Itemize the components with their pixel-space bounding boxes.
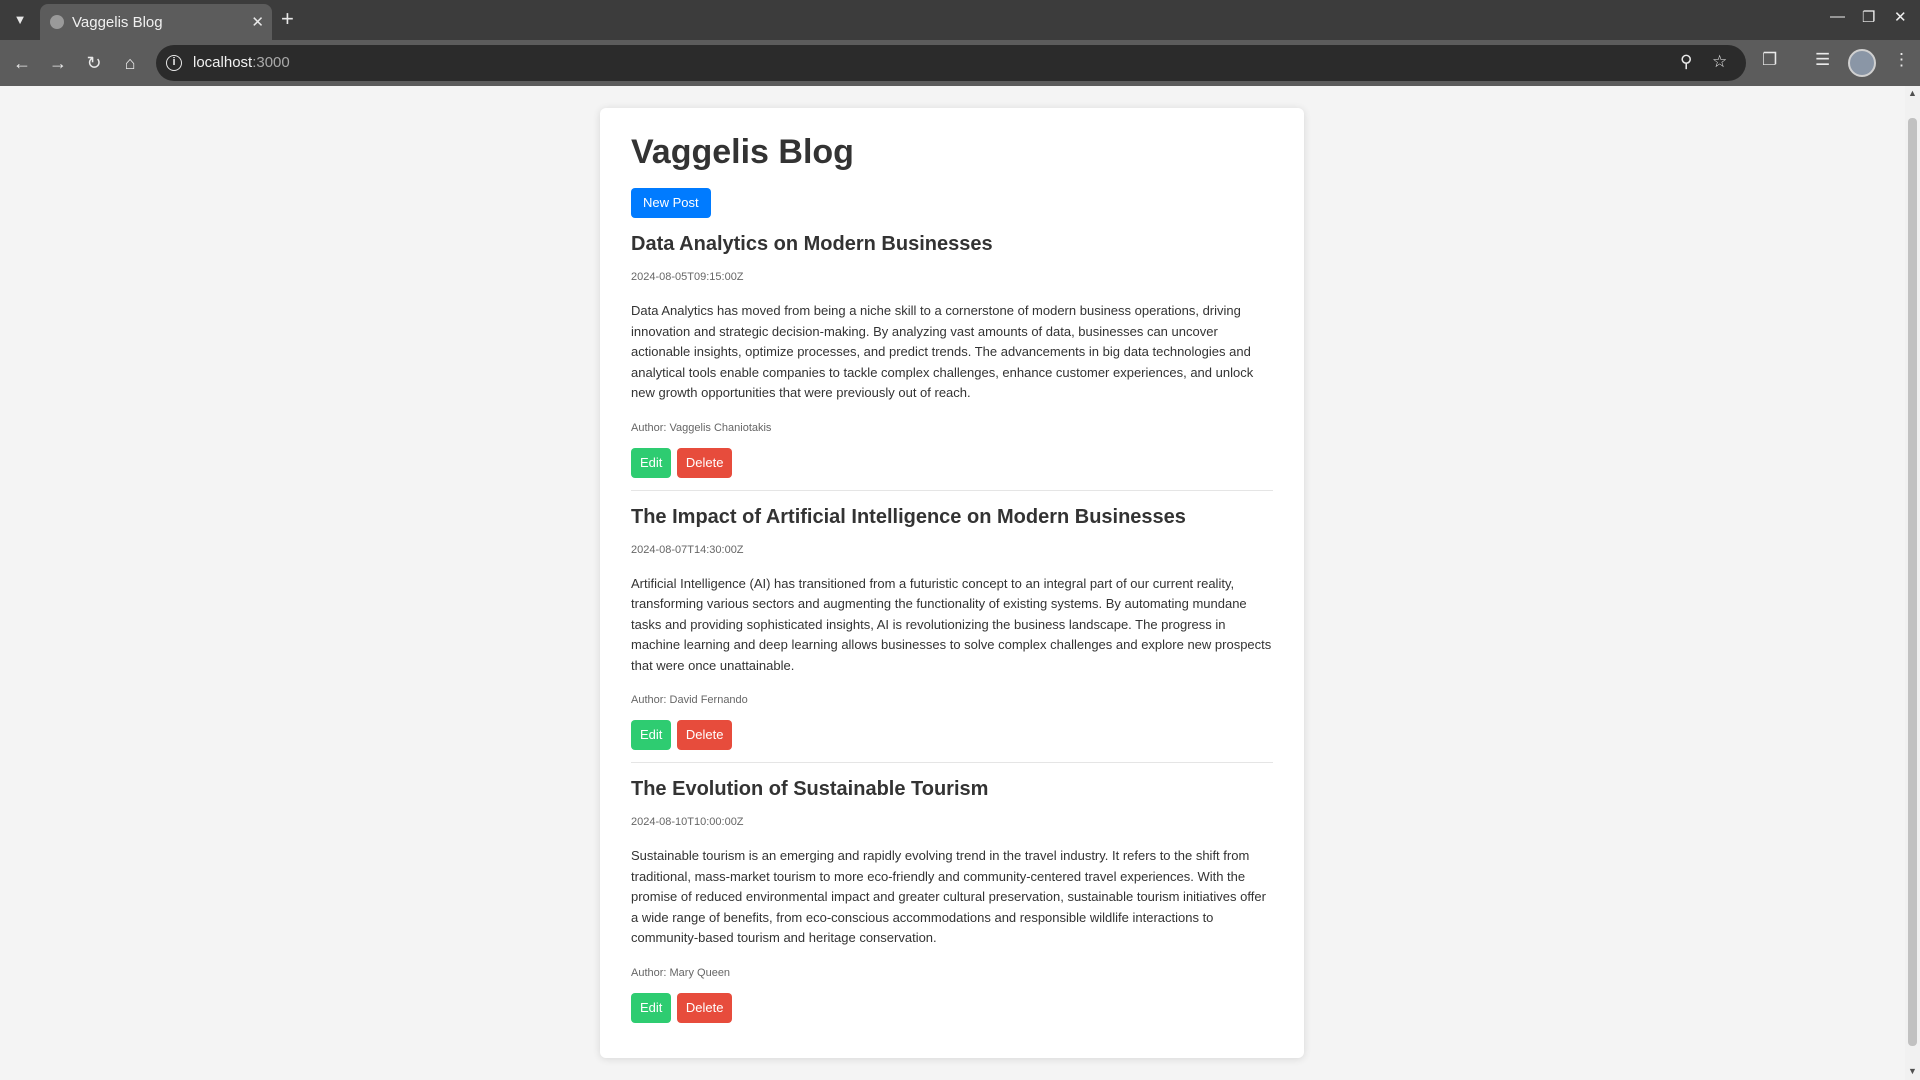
post-actions: Edit Delete bbox=[631, 447, 1273, 478]
post-item: The Evolution of Sustainable Tourism 202… bbox=[631, 776, 1273, 1035]
post-title: The Evolution of Sustainable Tourism bbox=[631, 778, 989, 800]
post-actions: Edit Delete bbox=[631, 992, 1273, 1023]
globe-icon bbox=[50, 15, 64, 29]
browser-toolbar: ← → ↻ ⌂ i localhost:3000 ⚲ ☆ ❐ ☰ ⋮ bbox=[0, 40, 1920, 86]
star-icon[interactable]: ☆ bbox=[1712, 52, 1727, 72]
restore-icon[interactable]: ❐ bbox=[1862, 8, 1875, 26]
tab-title: Vaggelis Blog bbox=[72, 14, 163, 31]
post-author: Author: Vaggelis Chaniotakis bbox=[631, 421, 772, 434]
info-icon[interactable]: i bbox=[166, 55, 182, 71]
delete-button[interactable]: Delete bbox=[676, 720, 733, 750]
url-host: localhost bbox=[193, 54, 253, 71]
post-title: The Impact of Artificial Intelligence on… bbox=[631, 505, 1186, 528]
blog-container: Vaggelis Blog New Post Data Analytics on… bbox=[600, 108, 1304, 1058]
post-content: Data Analytics has moved from being a ni… bbox=[631, 303, 1254, 400]
kebab-menu-icon[interactable]: ⋮ bbox=[1893, 50, 1910, 70]
url-port: :3000 bbox=[252, 54, 290, 71]
chevron-down-icon[interactable]: ▼ bbox=[8, 8, 32, 32]
edit-button[interactable]: Edit bbox=[631, 720, 672, 750]
delete-button[interactable]: Delete bbox=[676, 992, 733, 1023]
post-date: 2024-08-10T10:00:00Z bbox=[631, 816, 744, 828]
avatar[interactable] bbox=[1848, 49, 1876, 77]
post-content: Artificial Intelligence (AI) has transit… bbox=[631, 575, 1272, 673]
post-date: 2024-08-07T14:30:00Z bbox=[631, 543, 744, 556]
media-control-icon[interactable]: ☰ bbox=[1815, 50, 1830, 70]
edit-button[interactable]: Edit bbox=[631, 447, 672, 478]
scroll-up-icon[interactable]: ▲ bbox=[1908, 88, 1917, 98]
post-content: Sustainable tourism is an emerging and r… bbox=[631, 848, 1266, 945]
address-bar[interactable]: i localhost:3000 ⚲ ☆ bbox=[156, 45, 1746, 81]
post-title: Data Analytics on Modern Businesses bbox=[631, 233, 993, 255]
page-scrollbar[interactable]: ▲ ▼ bbox=[1905, 86, 1920, 1080]
post-author: Author: David Fernando bbox=[631, 694, 748, 706]
minimize-icon[interactable]: — bbox=[1830, 8, 1845, 25]
browser-tab[interactable]: Vaggelis Blog ✕ bbox=[40, 4, 272, 40]
close-icon[interactable]: ✕ bbox=[251, 13, 264, 31]
post-item: Data Analytics on Modern Businesses 2024… bbox=[631, 231, 1273, 491]
page-title: Vaggelis Blog bbox=[631, 133, 854, 171]
post-actions: Edit Delete bbox=[631, 720, 1273, 750]
new-post-button[interactable]: New Post bbox=[631, 188, 711, 218]
post-author: Author: Mary Queen bbox=[631, 966, 731, 979]
plus-icon[interactable]: + bbox=[281, 6, 294, 32]
post-date: 2024-08-05T09:15:00Z bbox=[631, 271, 744, 283]
scrollbar-thumb[interactable] bbox=[1908, 118, 1917, 1046]
post-item: The Impact of Artificial Intelligence on… bbox=[631, 504, 1273, 763]
zoom-icon[interactable]: ⚲ bbox=[1680, 52, 1692, 72]
reload-icon[interactable]: ↻ bbox=[80, 49, 108, 77]
back-arrow-icon[interactable]: ← bbox=[8, 49, 36, 77]
puzzle-icon[interactable]: ❐ bbox=[1762, 50, 1777, 70]
scroll-down-icon[interactable]: ▼ bbox=[1908, 1066, 1917, 1076]
url-text[interactable]: localhost:3000 bbox=[193, 54, 290, 71]
delete-button[interactable]: Delete bbox=[676, 447, 733, 478]
forward-arrow-icon[interactable]: → bbox=[44, 49, 72, 77]
window-close-icon[interactable]: ✕ bbox=[1894, 8, 1907, 26]
home-icon[interactable]: ⌂ bbox=[116, 49, 144, 77]
edit-button[interactable]: Edit bbox=[631, 992, 672, 1023]
tab-strip: ▼ Vaggelis Blog ✕ + — ❐ ✕ bbox=[0, 0, 1920, 40]
